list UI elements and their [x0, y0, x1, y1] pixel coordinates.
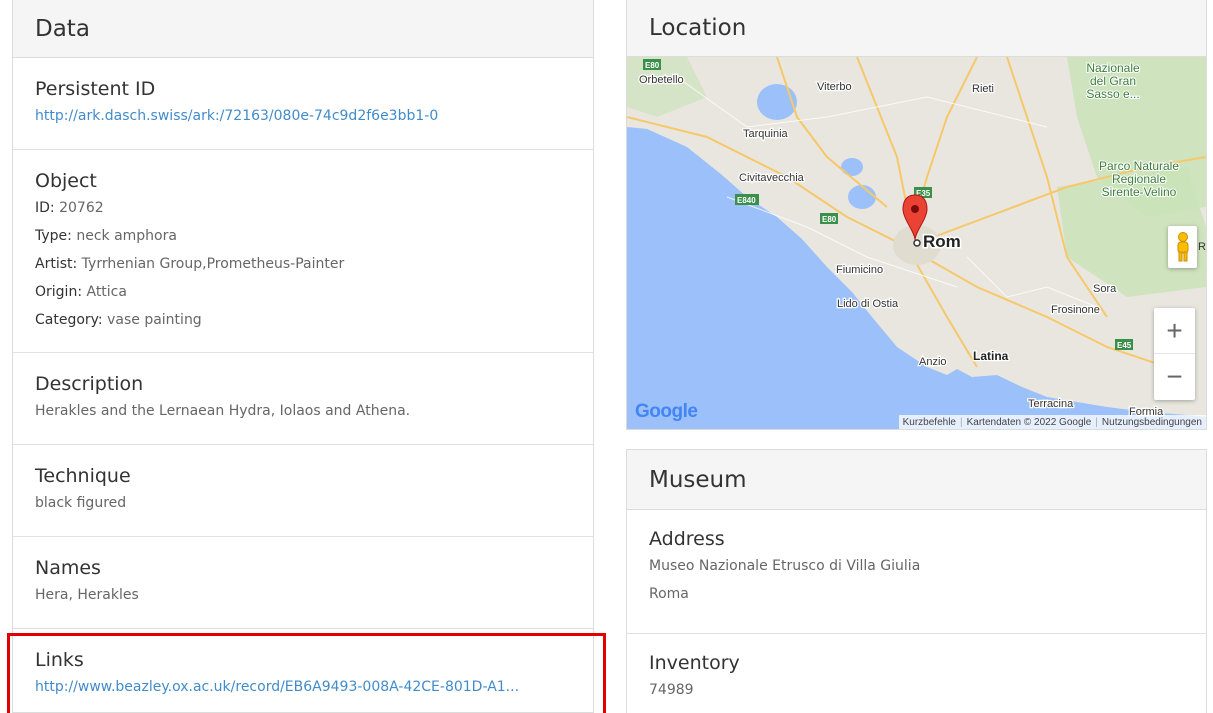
map-marker-dot [911, 205, 919, 213]
location-panel: Location E80 E35 E840 E80 E45 Orbetello … [626, 0, 1207, 430]
map-view[interactable]: E80 E35 E840 E80 E45 Orbetello Viterbo R… [627, 57, 1206, 429]
pegman-body [1177, 241, 1188, 254]
description-heading: Description [35, 373, 144, 395]
label-viterbo: Viterbo [817, 81, 852, 93]
label-latina: Latina [973, 349, 1009, 363]
object-id-value: 20762 [59, 200, 104, 216]
label-naz2: del Gran [1090, 74, 1136, 88]
label-rom: Rom [923, 232, 961, 251]
persistent-id-link[interactable]: http://ark.dasch.swiss/ark:/72163/080e-7… [35, 102, 571, 130]
shield-e45: E45 [1117, 341, 1132, 350]
map-rome-dot [913, 239, 921, 247]
google-logo-text: Google [635, 401, 698, 422]
names-section: Names Hera, Herakles [13, 537, 593, 629]
object-category-value: vase painting [107, 312, 202, 328]
label-naz1: Nazionale [1086, 61, 1140, 75]
object-artist-label: Artist: [35, 256, 78, 272]
map-canvas: E80 E35 E840 E80 E45 Orbetello Viterbo R… [627, 57, 1206, 429]
map-major-labels: Latina [972, 348, 1010, 365]
inventory-section: Inventory 74989 [627, 634, 1206, 713]
shield-e80b: E80 [822, 215, 837, 224]
location-panel-title: Location [649, 15, 747, 41]
object-type-value: neck amphora [76, 228, 177, 244]
label-orbetello: Orbetello [639, 74, 684, 86]
description-text: Herakles and the Lernaean Hydra, Iolaos … [35, 403, 411, 419]
label-ro: Ro [1198, 241, 1206, 253]
object-origin: Origin: Attica [35, 278, 571, 306]
label-tarquinia: Tarquinia [743, 128, 789, 140]
museum-panel: Museum Address Museo Nazionale Etrusco d… [626, 449, 1207, 713]
label-frosinone: Frosinone [1051, 304, 1100, 316]
map-footer-separator-2: | [1095, 416, 1098, 428]
map-terms-link[interactable]: Nutzungsbedingungen [1102, 417, 1202, 428]
data-panel-title: Data [35, 15, 90, 42]
map-lake-bracciano [848, 185, 876, 209]
map-footer-separator-1: | [960, 416, 963, 428]
label-anzio: Anzio [919, 356, 947, 368]
pegman-leg-left [1178, 251, 1182, 262]
inventory-value: 74989 [649, 682, 694, 698]
object-section: Object ID: 20762 Type: neck amphora Arti… [13, 150, 593, 353]
persistent-id-section: Persistent ID http://ark.dasch.swiss/ark… [13, 58, 593, 150]
object-origin-label: Origin: [35, 284, 83, 300]
object-type: Type: neck amphora [35, 222, 571, 250]
label-sora: Sora [1093, 283, 1117, 295]
object-category-label: Category: [35, 312, 103, 328]
names-text: Hera, Herakles [35, 587, 139, 603]
address-line-2: Roma [649, 586, 689, 602]
address-line-1: Museo Nazionale Etrusco di Villa Giulia [649, 558, 921, 574]
map-footer: Kurzbefehle | Kartendaten © 2022 Google … [898, 415, 1206, 429]
description-section: Description Herakles and the Lernaean Hy… [13, 353, 593, 445]
zoom-out-button[interactable]: − [1154, 354, 1195, 400]
location-panel-header: Location [627, 0, 1206, 57]
object-origin-value: Attica [86, 284, 127, 300]
label-parco1: Parco Naturale [1099, 159, 1179, 173]
label-rieti: Rieti [972, 83, 994, 95]
museum-panel-title: Museum [649, 466, 747, 493]
data-panel-header: Data [13, 0, 593, 58]
object-artist-value: Tyrrhenian Group,Prometheus-Painter [81, 256, 345, 272]
google-logo[interactable]: Google [635, 401, 698, 423]
shield-e80a: E80 [645, 61, 660, 70]
data-panel: Data Persistent ID http://ark.dasch.swis… [12, 0, 594, 713]
label-parco2: Regionale [1112, 172, 1166, 186]
links-highlight-box [7, 633, 606, 713]
technique-heading: Technique [35, 465, 131, 487]
object-category: Category: vase painting [35, 306, 571, 334]
shield-e840: E840 [737, 196, 756, 205]
map-shortcuts-link[interactable]: Kurzbefehle [903, 417, 956, 428]
pegman-icon [1177, 232, 1188, 262]
zoom-controls: + − [1154, 308, 1195, 400]
inventory-heading: Inventory [649, 652, 740, 674]
label-parco3: Sirente-Velino [1102, 185, 1177, 199]
address-heading: Address [649, 528, 725, 550]
map-lake-vico [841, 158, 863, 176]
pegman-button[interactable] [1168, 226, 1197, 268]
label-terracina: Terracina [1028, 398, 1074, 410]
zoom-in-button[interactable]: + [1154, 308, 1195, 354]
address-section: Address Museo Nazionale Etrusco di Villa… [627, 510, 1206, 634]
technique-text: black figured [35, 495, 127, 511]
object-type-label: Type: [35, 228, 72, 244]
museum-panel-header: Museum [627, 450, 1206, 510]
names-heading: Names [35, 557, 101, 579]
pegman-head [1177, 232, 1188, 242]
object-artist: Artist: Tyrrhenian Group,Prometheus-Pain… [35, 250, 571, 278]
map-data-attribution[interactable]: Kartendaten © 2022 Google [967, 417, 1092, 428]
object-id-label: ID: [35, 200, 55, 216]
label-civitavecchia: Civitavecchia [739, 172, 805, 184]
persistent-id-heading: Persistent ID [35, 78, 156, 100]
technique-section: Technique black figured [13, 445, 593, 537]
label-naz3: Sasso e... [1086, 87, 1139, 101]
object-heading: Object [35, 170, 97, 192]
label-fiumicino: Fiumicino [836, 264, 883, 276]
pegman-leg-right [1183, 251, 1187, 262]
label-lido: Lido di Ostia [837, 298, 899, 310]
object-id: ID: 20762 [35, 194, 571, 222]
